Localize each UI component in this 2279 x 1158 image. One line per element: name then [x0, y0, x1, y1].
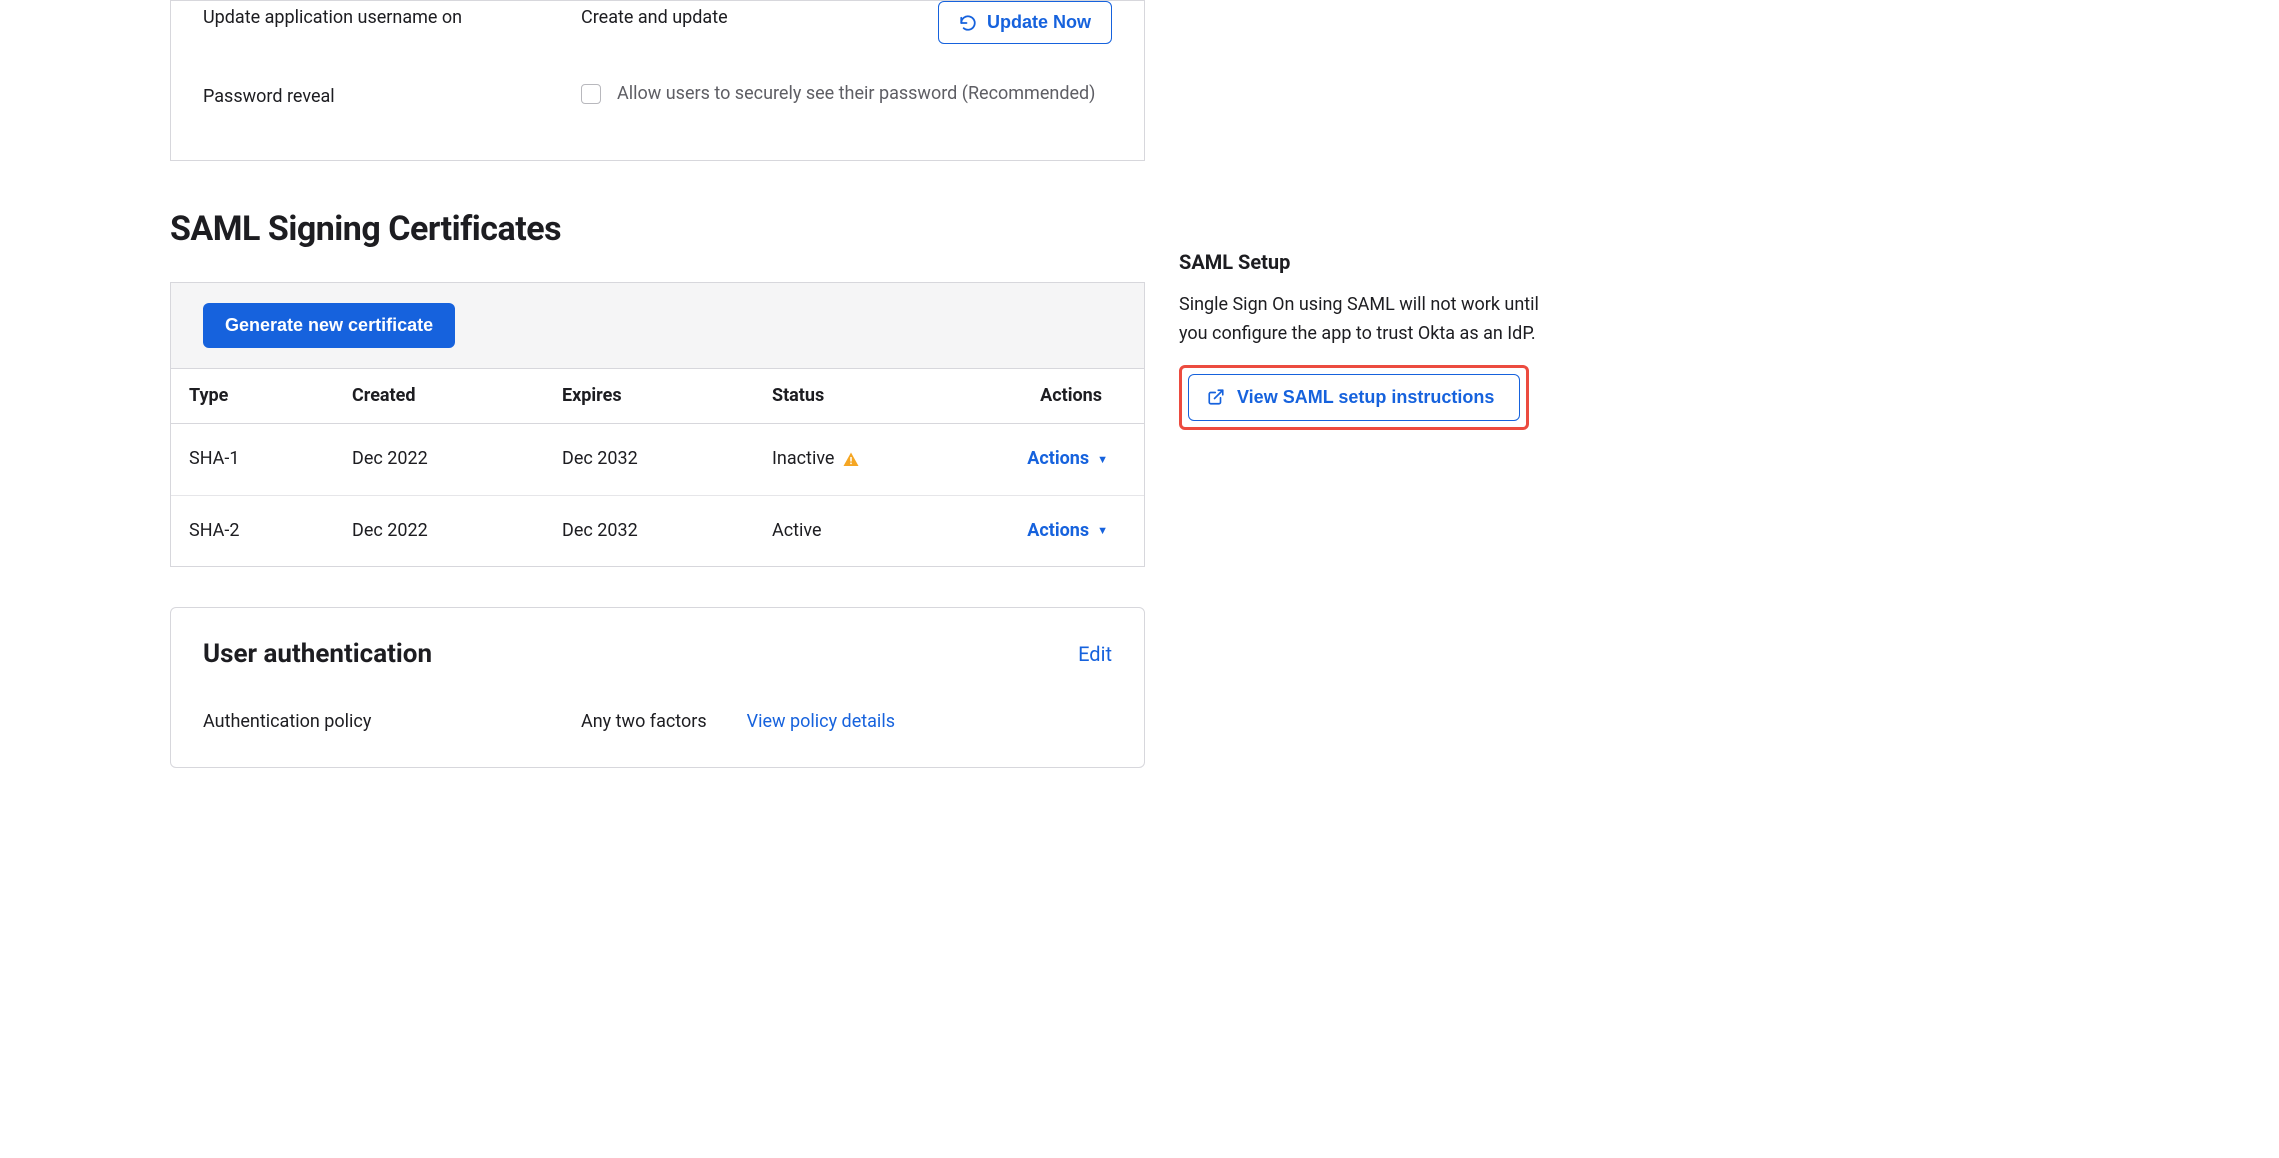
actions-dropdown[interactable]: Actions ▼	[1027, 446, 1108, 472]
certificates-card: Generate new certificate Type Created Ex…	[170, 282, 1145, 566]
saml-setup-sidebar: SAML Setup Single Sign On using SAML wil…	[1179, 248, 1539, 768]
auth-policy-label: Authentication policy	[203, 709, 581, 735]
cell-status: Active	[756, 495, 941, 566]
status-text: Active	[772, 518, 822, 544]
cell-actions: Actions ▼	[941, 424, 1144, 495]
user-authentication-card: User authentication Edit Authentication …	[170, 607, 1145, 769]
certificates-table: Type Created Expires Status Actions SHA-…	[171, 369, 1144, 565]
credentials-card: Update application username on Create an…	[170, 0, 1145, 161]
col-expires: Expires	[546, 369, 756, 424]
cell-created: Dec 2022	[336, 424, 546, 495]
table-row: SHA-2 Dec 2022 Dec 2032 Active Actions ▼	[171, 495, 1144, 566]
actions-label: Actions	[1027, 446, 1089, 472]
external-link-icon	[1207, 388, 1225, 406]
auth-policy-row: Authentication policy Any two factors Vi…	[203, 709, 1112, 735]
cell-created: Dec 2022	[336, 495, 546, 566]
actions-label: Actions	[1027, 518, 1089, 544]
view-saml-instructions-label: View SAML setup instructions	[1237, 387, 1494, 408]
user-auth-title: User authentication	[203, 636, 432, 674]
saml-certificates-heading: SAML Signing Certificates	[170, 205, 1145, 254]
saml-setup-text: Single Sign On using SAML will not work …	[1179, 291, 1539, 349]
refresh-icon	[959, 14, 977, 32]
chevron-down-icon: ▼	[1097, 523, 1108, 539]
view-policy-link[interactable]: View policy details	[747, 709, 895, 735]
col-type: Type	[171, 369, 336, 424]
certificates-toolbar: Generate new certificate	[171, 283, 1144, 369]
password-reveal-label: Password reveal	[203, 80, 581, 110]
password-reveal-checkbox[interactable]	[581, 84, 601, 104]
username-update-row: Update application username on Create an…	[203, 1, 1112, 62]
table-header-row: Type Created Expires Status Actions	[171, 369, 1144, 424]
status-text: Inactive	[772, 446, 834, 472]
table-row: SHA-1 Dec 2022 Dec 2032 Inactive	[171, 424, 1144, 495]
auth-policy-value: Any two factors	[581, 709, 707, 735]
col-status: Status	[756, 369, 941, 424]
username-update-value: Create and update	[581, 1, 728, 31]
password-reveal-row: Password reveal Allow users to securely …	[203, 62, 1112, 128]
cell-status: Inactive	[756, 424, 941, 495]
col-actions: Actions	[941, 369, 1144, 424]
cell-expires: Dec 2032	[546, 495, 756, 566]
password-reveal-checkbox-label: Allow users to securely see their passwo…	[617, 80, 1095, 108]
highlight-box: View SAML setup instructions	[1179, 365, 1529, 430]
cell-type: SHA-1	[171, 424, 336, 495]
cell-type: SHA-2	[171, 495, 336, 566]
warning-icon	[842, 451, 860, 469]
cell-actions: Actions ▼	[941, 495, 1144, 566]
generate-certificate-button[interactable]: Generate new certificate	[203, 303, 455, 348]
cell-expires: Dec 2032	[546, 424, 756, 495]
username-update-label: Update application username on	[203, 1, 581, 31]
chevron-down-icon: ▼	[1097, 452, 1108, 468]
saml-setup-heading: SAML Setup	[1179, 248, 1539, 277]
col-created: Created	[336, 369, 546, 424]
actions-dropdown[interactable]: Actions ▼	[1027, 518, 1108, 544]
update-now-button[interactable]: Update Now	[938, 1, 1112, 44]
edit-link[interactable]: Edit	[1078, 640, 1112, 669]
update-now-label: Update Now	[987, 12, 1091, 33]
view-saml-instructions-button[interactable]: View SAML setup instructions	[1188, 374, 1520, 421]
